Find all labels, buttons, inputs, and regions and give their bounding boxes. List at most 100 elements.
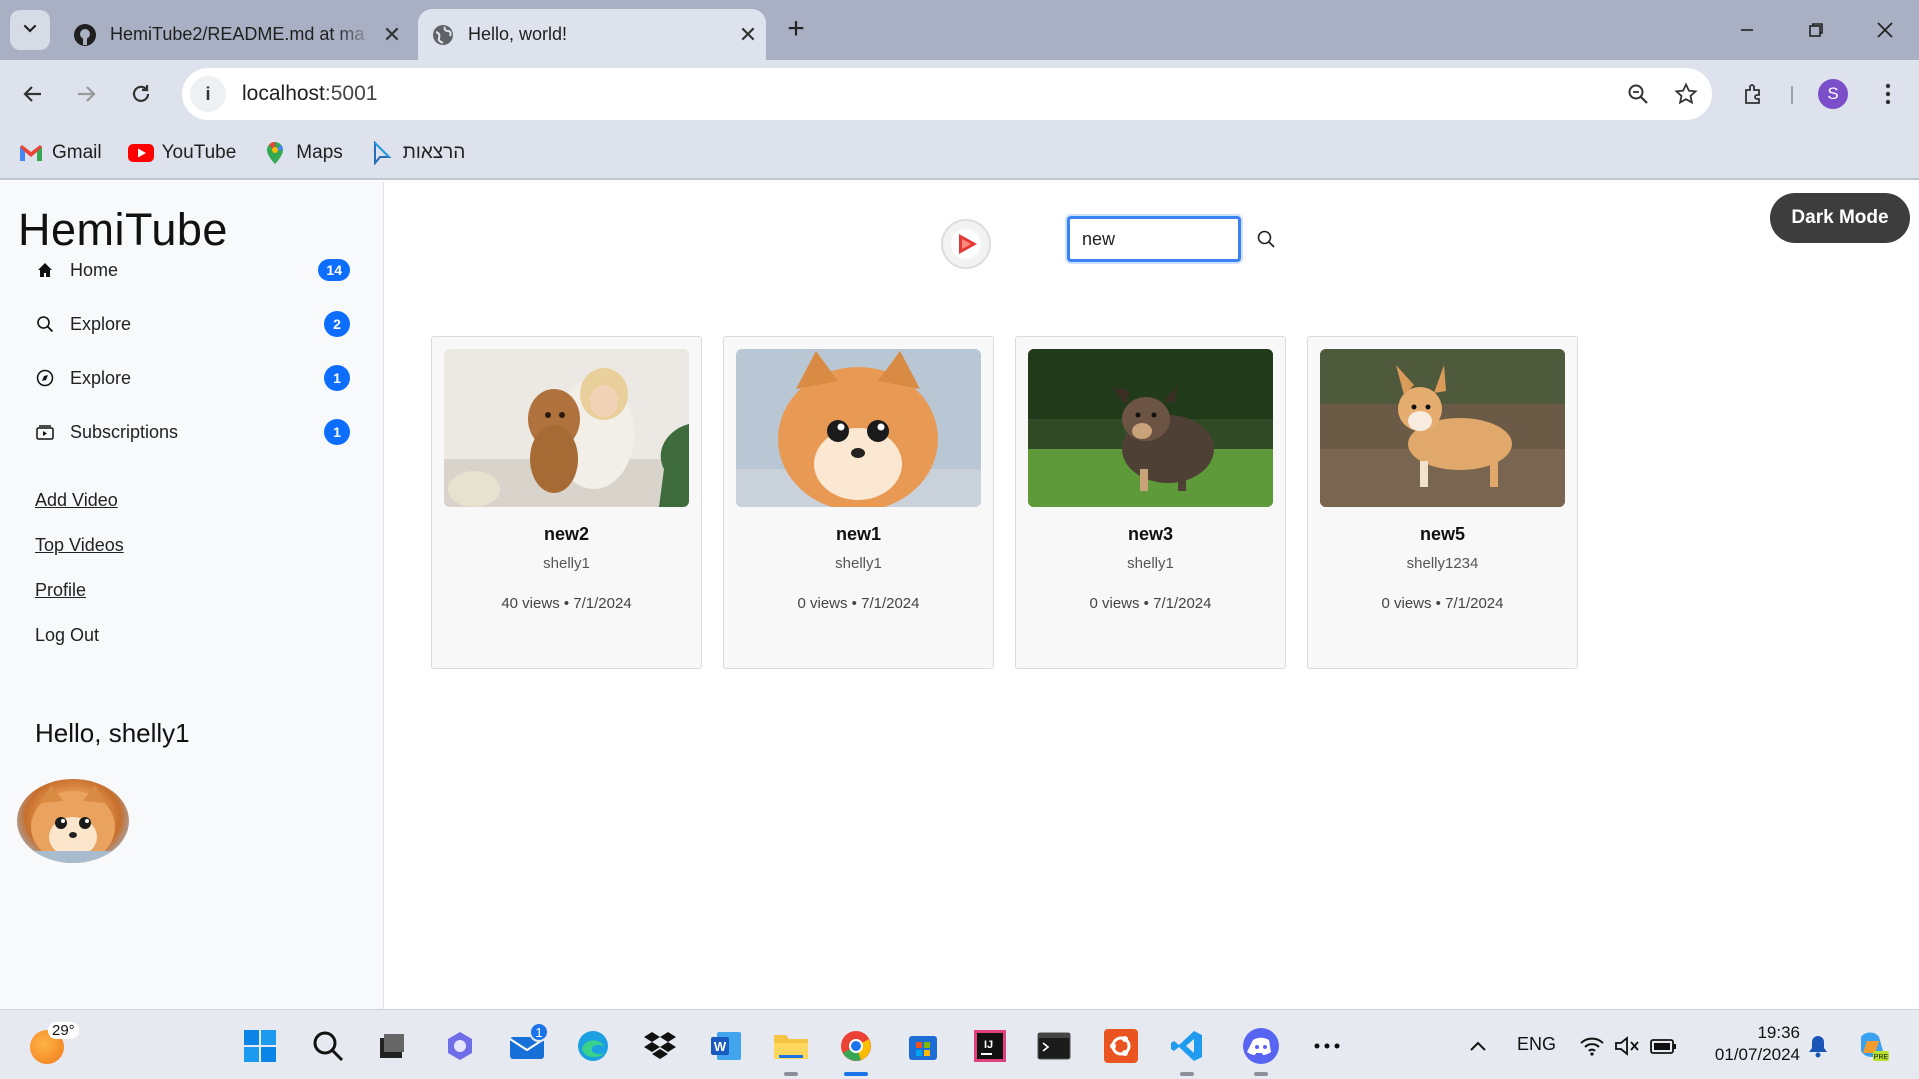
new-tab-button[interactable]: + [780, 14, 812, 46]
volume-muted-icon[interactable] [1607, 1026, 1647, 1066]
count-badge: 14 [318, 259, 350, 281]
add-video-link[interactable]: Add Video [35, 490, 118, 511]
tab-close-icon[interactable]: ✕ [374, 22, 410, 48]
taskbar-ubuntu[interactable] [1101, 1026, 1141, 1066]
video-meta: 0 views • 7/1/2024 [1089, 595, 1212, 612]
restore-icon[interactable] [1794, 8, 1838, 52]
start-button[interactable] [240, 1026, 280, 1066]
taskbar-discord[interactable] [1241, 1026, 1281, 1066]
chevron-down-icon [22, 20, 38, 41]
tab-close-icon[interactable]: ✕ [730, 22, 766, 48]
video-title[interactable]: new2 [432, 524, 701, 545]
brand-title[interactable]: HemiTube [18, 204, 228, 256]
url-port: :5001 [324, 82, 378, 105]
active-app-indicator [844, 1072, 868, 1076]
bookmark-maps[interactable]: Maps [262, 142, 343, 164]
extensions-icon[interactable] [1734, 74, 1774, 114]
tab-title: Hello, world! [468, 24, 568, 44]
video-author: shelly1 [835, 555, 882, 572]
count-badge: 1 [324, 419, 350, 445]
wifi-icon[interactable] [1572, 1026, 1612, 1066]
search-icon [1257, 230, 1275, 248]
toolbar-divider [1791, 86, 1793, 104]
profile-avatar-button[interactable]: S [1818, 79, 1848, 109]
sidebar-item-explore[interactable]: Explore 2 [34, 304, 350, 344]
video-title[interactable]: new3 [1016, 524, 1285, 545]
tab-github-readme[interactable]: HemiTube2/README.md at ma ✕ [60, 9, 410, 60]
search-button[interactable] [1251, 224, 1281, 254]
search-input[interactable] [1067, 216, 1241, 262]
video-card[interactable]: new5 shelly1234 0 views • 7/1/2024 [1307, 336, 1578, 669]
running-indicator [1254, 1072, 1268, 1076]
chevron-up-icon [1470, 1041, 1486, 1051]
more-menu-icon[interactable] [1868, 74, 1908, 114]
video-card[interactable]: new3 shelly1 0 views • 7/1/2024 [1015, 336, 1286, 669]
profile-link[interactable]: Profile [35, 580, 86, 601]
tab-hello-world[interactable]: Hello, world! ✕ [418, 9, 766, 60]
logout-button[interactable]: Log Out [35, 625, 99, 646]
windows-taskbar: 29° 1 W IJ ENG 19:36 01/07/2024 PRE [0, 1009, 1919, 1079]
taskbar-more-apps[interactable] [1307, 1026, 1347, 1066]
video-card[interactable]: new2 shelly1 40 views • 7/1/2024 [431, 336, 702, 669]
site-info-icon[interactable]: i [190, 76, 226, 112]
reload-button[interactable] [121, 74, 161, 114]
sidebar: HemiTube Home 14 Explore 2 Explore 1 Sub… [0, 182, 384, 1009]
taskbar-copilot[interactable] [440, 1026, 480, 1066]
close-window-icon[interactable] [1863, 8, 1907, 52]
sidebar-item-explore-2[interactable]: Explore 1 [34, 358, 350, 398]
copilot-icon [448, 1032, 472, 1060]
bookmark-lectures[interactable]: הרצאות [369, 141, 466, 165]
sidebar-item-home[interactable]: Home 14 [34, 250, 350, 290]
video-thumbnail[interactable] [1320, 349, 1565, 507]
taskbar-intellij[interactable]: IJ [970, 1026, 1010, 1066]
tab-search-button[interactable] [10, 10, 50, 50]
url-text[interactable]: localhost:5001 [242, 82, 1616, 106]
bookmark-label: הרצאות [402, 142, 466, 163]
sidebar-item-subscriptions[interactable]: Subscriptions 1 [34, 412, 350, 452]
minimize-icon[interactable] [1725, 8, 1769, 52]
video-card[interactable]: new1 shelly1 0 views • 7/1/2024 [723, 336, 994, 669]
more-icon [1314, 1043, 1340, 1049]
hemitube-logo[interactable] [941, 219, 991, 269]
top-videos-link[interactable]: Top Videos [35, 535, 124, 556]
count-badge: 1 [324, 365, 350, 391]
forward-button[interactable] [66, 74, 106, 114]
address-bar[interactable]: i localhost:5001 [182, 68, 1712, 120]
task-view-button[interactable] [372, 1026, 412, 1066]
video-title[interactable]: new1 [724, 524, 993, 545]
taskbar-store[interactable] [903, 1026, 943, 1066]
battery-icon[interactable] [1644, 1026, 1684, 1066]
taskbar-dropbox[interactable] [640, 1026, 680, 1066]
taskbar-terminal[interactable] [1034, 1026, 1074, 1066]
taskbar-word[interactable]: W [706, 1026, 746, 1066]
bookmark-youtube[interactable]: YouTube [127, 142, 236, 164]
discord-icon [1243, 1028, 1279, 1064]
video-thumbnail[interactable] [1028, 349, 1273, 507]
back-button[interactable] [13, 74, 53, 114]
copilot-preview-icon[interactable]: PRE [1852, 1026, 1892, 1066]
user-avatar[interactable] [17, 779, 129, 863]
tray-overflow-button[interactable] [1458, 1026, 1498, 1066]
zoom-icon[interactable] [1616, 72, 1660, 116]
video-thumbnail[interactable] [736, 349, 981, 507]
notifications-bell-icon[interactable] [1798, 1026, 1838, 1066]
taskbar-edge[interactable] [573, 1026, 613, 1066]
clock-date: 01/07/2024 [1714, 1045, 1800, 1064]
bookmark-star-icon[interactable] [1664, 72, 1708, 116]
taskbar-vscode[interactable] [1167, 1026, 1207, 1066]
video-title[interactable]: new5 [1308, 524, 1577, 545]
taskbar-file-explorer[interactable] [771, 1026, 811, 1066]
language-indicator[interactable]: ENG [1517, 1034, 1556, 1055]
chrome-icon [841, 1031, 871, 1061]
reload-icon [132, 85, 150, 102]
github-icon [72, 22, 98, 48]
dark-mode-button[interactable]: Dark Mode [1770, 193, 1910, 243]
browser-tab-strip: HemiTube2/README.md at ma ✕ Hello, world… [0, 0, 1919, 60]
taskbar-search[interactable] [308, 1026, 348, 1066]
bookmark-gmail[interactable]: Gmail [18, 142, 102, 164]
taskbar-mail[interactable]: 1 [507, 1022, 549, 1066]
taskbar-chrome[interactable] [836, 1026, 876, 1066]
video-thumbnail[interactable] [444, 349, 689, 507]
system-clock[interactable]: 19:36 01/07/2024 [1700, 1022, 1800, 1066]
clock-time: 19:36 [1757, 1023, 1800, 1042]
